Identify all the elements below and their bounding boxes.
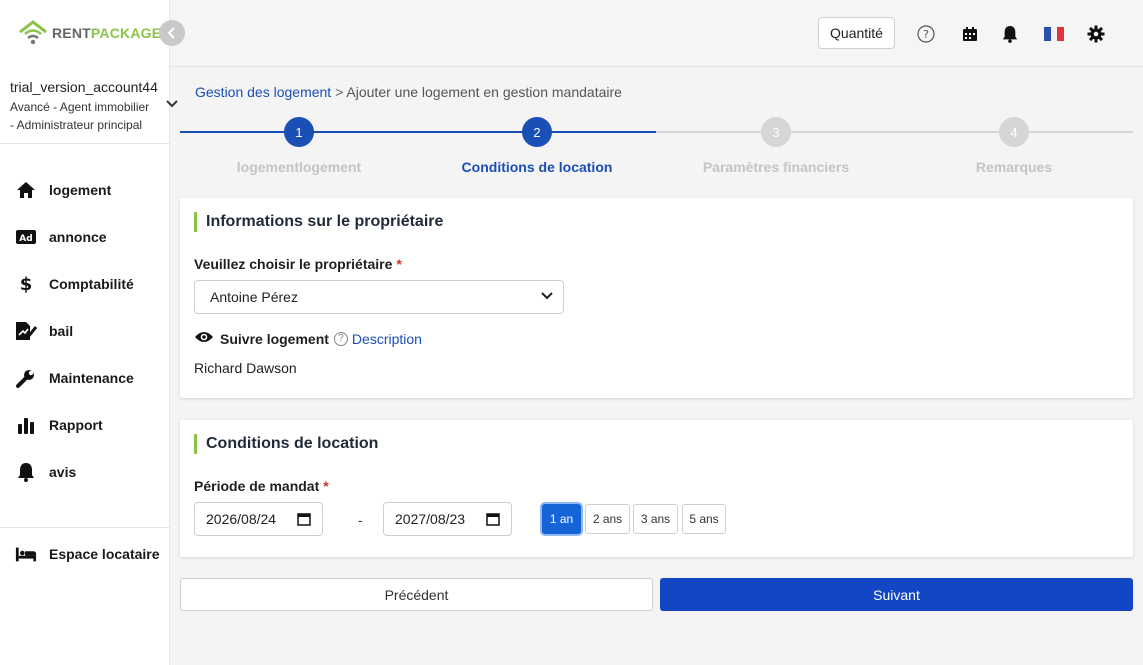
wrench-icon (15, 367, 37, 389)
step-3-circle: 3 (761, 117, 791, 147)
top-bar: Quantité ? (170, 0, 1143, 67)
description-link[interactable]: Description (352, 331, 422, 347)
owner-select[interactable]: Antoine Pérez (194, 280, 564, 314)
sidebar-item-bail[interactable]: bail (0, 311, 170, 351)
sidebar: RENTPACKAGE trial_version_account44 Avan… (0, 0, 178, 665)
date-separator: - (358, 512, 363, 528)
step-2-circle[interactable]: 2 (522, 117, 552, 147)
account-info[interactable]: trial_version_account44 Avancé - Agent i… (10, 78, 165, 134)
required-asterisk: * (396, 256, 402, 272)
settings-gear-icon[interactable] (1086, 24, 1106, 44)
ad-icon: Ad (15, 226, 37, 248)
sidebar-item-label: Maintenance (49, 370, 134, 386)
breadcrumb-link[interactable]: Gestion des logement (195, 84, 331, 100)
breadcrumb-current: Ajouter une logement en gestion mandatai… (346, 84, 622, 100)
sidebar-item-label: logement (49, 182, 112, 198)
step-4-circle: 4 (999, 117, 1029, 147)
sidebar-item-annonce[interactable]: Ad annonce (0, 217, 170, 257)
calendar-icon[interactable] (960, 24, 980, 44)
start-date-input[interactable]: 2026/08/24 (194, 502, 323, 536)
sidebar-item-label: annonce (49, 229, 107, 245)
chevron-left-icon (167, 27, 175, 39)
logo-text: RENTPACKAGE (52, 25, 162, 41)
step-4-label: Remarques (975, 159, 1053, 175)
sidebar-item-label: Comptabilité (49, 276, 134, 292)
end-date-value: 2027/08/23 (395, 511, 466, 527)
sidebar-item-espace-locataire[interactable]: Espace locataire (0, 534, 170, 574)
follow-property-row: Suivre logement ? Description (194, 330, 422, 347)
end-date-input[interactable]: 2027/08/23 (383, 502, 512, 536)
stepper: 1 2 3 4 logementlogement Conditions de l… (180, 117, 1133, 179)
divider (0, 143, 170, 144)
calendar-icon[interactable] (297, 512, 311, 529)
duration-1-year-button[interactable]: 1 an (542, 504, 581, 534)
step-1-label: logementlogement (236, 159, 362, 175)
contract-icon (15, 320, 37, 342)
calendar-icon[interactable] (486, 512, 500, 529)
svg-text:?: ? (923, 28, 929, 41)
eye-icon[interactable] (194, 330, 214, 347)
owner-field-label: Veuillez choisir le propriétaire * (194, 256, 402, 272)
sidebar-item-comptabilite[interactable]: $ Comptabilité (0, 264, 170, 304)
sidebar-item-label: bail (49, 323, 74, 339)
chevron-down-icon (541, 290, 553, 304)
french-flag-icon[interactable] (1044, 24, 1064, 44)
sidebar-item-label: Rapport (49, 417, 103, 433)
owner-info-card: Informations sur le propriétaire Veuille… (180, 198, 1133, 398)
account-name: trial_version_account44 (10, 79, 158, 95)
sidebar-item-label: avis (49, 464, 77, 480)
app-logo[interactable]: RENTPACKAGE (18, 18, 161, 48)
sidebar-item-label: Espace locataire (49, 546, 160, 562)
section-title: Conditions de location (194, 434, 378, 454)
sidebar-collapse-button[interactable] (159, 20, 185, 46)
home-icon (15, 179, 37, 201)
section-title: Informations sur le propriétaire (194, 212, 443, 232)
start-date-value: 2026/08/24 (206, 511, 277, 527)
mandate-period-label: Période de mandat * (194, 478, 329, 494)
notification-bell-icon[interactable] (1000, 24, 1020, 44)
owner-display-name: Richard Dawson (194, 360, 297, 376)
step-progress-line (180, 131, 656, 133)
step-2-label: Conditions de location (461, 159, 613, 175)
follow-property-label: Suivre logement (220, 330, 329, 347)
breadcrumb: Gestion des logement > Ajouter une logem… (195, 84, 622, 100)
dollar-icon: $ (15, 273, 37, 295)
bed-icon (15, 543, 37, 565)
required-asterisk: * (323, 478, 329, 494)
bell-icon (15, 461, 37, 483)
chevron-down-icon[interactable] (165, 98, 179, 112)
step-1-circle[interactable]: 1 (284, 117, 314, 147)
sidebar-item-maintenance[interactable]: Maintenance (0, 358, 170, 398)
quantity-button[interactable]: Quantité (818, 17, 895, 49)
step-remaining-line (656, 131, 1133, 133)
previous-button[interactable]: Précédent (180, 578, 653, 611)
sidebar-item-avis[interactable]: avis (0, 452, 170, 492)
help-icon[interactable]: ? (916, 24, 936, 44)
breadcrumb-separator: > (335, 84, 344, 100)
owner-select-value: Antoine Pérez (210, 289, 298, 305)
svg-text:Ad: Ad (19, 234, 32, 244)
duration-5-years-button[interactable]: 5 ans (682, 504, 726, 534)
svg-text:$: $ (20, 274, 33, 294)
sidebar-item-rapport[interactable]: Rapport (0, 405, 170, 445)
account-role: Avancé - Agent immobilier - Administrate… (10, 100, 150, 132)
rental-conditions-card: Conditions de location Période de mandat… (180, 420, 1133, 557)
next-button[interactable]: Suivant (660, 578, 1133, 611)
duration-2-years-button[interactable]: 2 ans (585, 504, 630, 534)
duration-3-years-button[interactable]: 3 ans (633, 504, 678, 534)
sidebar-item-logement[interactable]: logement (0, 170, 170, 210)
bar-chart-icon (15, 414, 37, 436)
divider (0, 527, 170, 528)
logo-icon (19, 20, 47, 45)
help-circle-icon[interactable]: ? (333, 331, 348, 346)
step-3-label: Paramètres financiers (702, 159, 850, 175)
